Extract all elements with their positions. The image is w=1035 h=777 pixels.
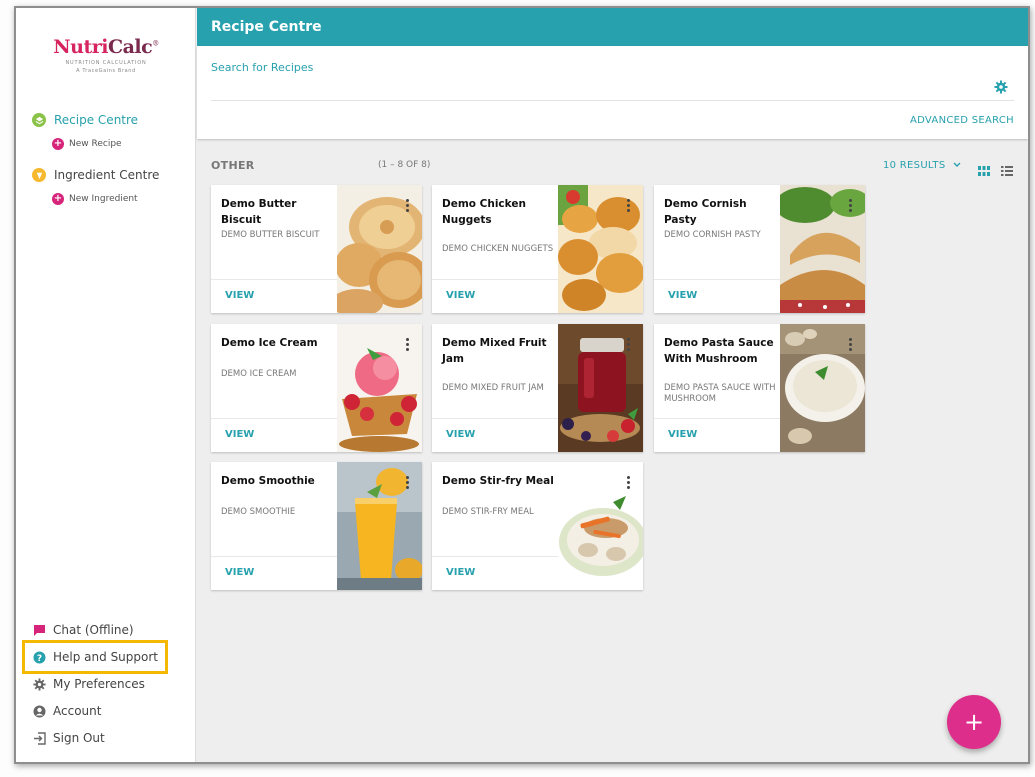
recipe-subtitle: DEMO PASTA SAUCE WITH MUSHROOM — [664, 383, 776, 404]
help-highlight-box — [22, 640, 168, 674]
sign-out-icon — [32, 731, 46, 745]
sidebar-item-ingredient-centre[interactable]: Ingredient Centre — [32, 168, 159, 182]
more-options-icon[interactable] — [623, 199, 633, 215]
recipe-subtitle: DEMO ICE CREAM — [221, 369, 297, 379]
more-options-icon[interactable] — [402, 476, 412, 492]
account-icon — [32, 704, 46, 718]
sidebar-item-label: Ingredient Centre — [54, 168, 160, 182]
advanced-search-button[interactable]: ADVANCED SEARCH — [910, 115, 1014, 126]
more-options-icon[interactable] — [402, 338, 412, 354]
recipe-subtitle: DEMO CHICKEN NUGGETS — [442, 244, 554, 254]
recipe-card[interactable]: Demo Mixed Fruit Jam DEMO MIXED FRUIT JA… — [432, 324, 643, 452]
more-options-icon[interactable] — [845, 199, 855, 215]
new-recipe-link[interactable]: + New Recipe — [52, 138, 122, 150]
recipe-title: Demo Smoothie — [221, 475, 315, 487]
app-window: NutriCalc® NUTRITION CALCULATION A Trace… — [14, 6, 1030, 764]
sidebar-item-preferences[interactable]: My Preferences — [32, 677, 145, 691]
view-button[interactable]: VIEW — [225, 567, 254, 578]
ingredient-icon — [32, 168, 46, 182]
new-ingredient-link[interactable]: + New Ingredient — [52, 193, 138, 205]
results-range: (1 – 8 OF 8) — [378, 160, 431, 170]
logo-wordmark: NutriCalc® — [53, 36, 159, 58]
recipe-title: Demo Butter Biscuit — [221, 198, 297, 226]
card-divider — [432, 556, 558, 557]
card-divider — [211, 279, 337, 280]
sidebar-item-sign-out[interactable]: Sign Out — [32, 731, 105, 745]
recipe-title: Demo Cornish Pasty — [664, 198, 747, 226]
card-divider — [432, 279, 558, 280]
results-per-page-dropdown[interactable]: 10 RESULTS — [883, 160, 961, 171]
recipe-subtitle: DEMO STIR-FRY MEAL — [442, 507, 534, 517]
page-title: Recipe Centre — [211, 19, 322, 35]
recipe-card[interactable]: Demo Chicken Nuggets DEMO CHICKEN NUGGET… — [432, 185, 643, 313]
chat-icon — [32, 623, 46, 637]
new-ingredient-label: New Ingredient — [69, 194, 138, 204]
page-title-bar: Recipe Centre — [197, 8, 1028, 46]
view-button[interactable]: VIEW — [225, 429, 254, 440]
results-count-label: 10 RESULTS — [883, 160, 946, 171]
new-recipe-label: New Recipe — [69, 139, 122, 149]
recipe-card[interactable]: Demo Cornish Pasty DEMO CORNISH PASTY VI… — [654, 185, 865, 313]
search-panel: Search for Recipes ADVANCED SEARCH — [197, 46, 1028, 139]
view-button[interactable]: VIEW — [668, 290, 697, 301]
recipe-card[interactable]: Demo Pasta Sauce With Mushroom DEMO PAST… — [654, 324, 865, 452]
gear-icon — [32, 677, 46, 691]
logo-brand-line: A TraceGains Brand — [76, 68, 136, 74]
card-divider — [211, 556, 337, 557]
logo-tagline: NUTRITION CALCULATION — [65, 60, 147, 66]
sidebar-item-recipe-centre[interactable]: Recipe Centre — [32, 113, 138, 127]
list-view-icon[interactable] — [1001, 161, 1013, 176]
chat-label: Chat (Offline) — [53, 623, 134, 637]
plus-circle-icon: + — [52, 193, 64, 205]
grid-view-icon[interactable] — [978, 161, 990, 176]
sidebar: NutriCalc® NUTRITION CALCULATION A Trace… — [16, 8, 196, 762]
sidebar-item-label: Recipe Centre — [54, 113, 139, 127]
recipe-card[interactable]: Demo Stir-fry Meal DEMO STIR-FRY MEAL VI… — [432, 462, 643, 590]
sidebar-item-chat[interactable]: Chat (Offline) — [32, 623, 134, 637]
card-divider — [654, 279, 780, 280]
recipe-card[interactable]: Demo Butter Biscuit DEMO BUTTER BISCUIT … — [211, 185, 422, 313]
view-button[interactable]: VIEW — [446, 290, 475, 301]
view-button[interactable]: VIEW — [225, 290, 254, 301]
card-divider — [432, 418, 558, 419]
screenshot-frame: NutriCalc® NUTRITION CALCULATION A Trace… — [0, 0, 1035, 777]
recipe-subtitle: DEMO MIXED FRUIT JAM — [442, 383, 544, 393]
view-button[interactable]: VIEW — [668, 429, 697, 440]
search-settings-gear-icon[interactable] — [994, 79, 1008, 94]
chevron-down-icon — [953, 160, 961, 171]
sign-out-label: Sign Out — [53, 731, 105, 745]
recipe-title: Demo Pasta Sauce With Mushroom — [664, 337, 774, 365]
recipe-title: Demo Chicken Nuggets — [442, 198, 526, 226]
sidebar-item-account[interactable]: Account — [32, 704, 101, 718]
view-button[interactable]: VIEW — [446, 567, 475, 578]
card-divider — [211, 418, 337, 419]
recipe-card[interactable]: Demo Ice Cream DEMO ICE CREAM VIEW — [211, 324, 422, 452]
recipe-subtitle: DEMO CORNISH PASTY — [664, 230, 761, 240]
search-underline — [211, 100, 1014, 101]
recipe-subtitle: DEMO BUTTER BISCUIT — [221, 230, 320, 240]
add-recipe-fab-button[interactable]: + — [947, 695, 1001, 749]
search-input[interactable]: Search for Recipes — [211, 61, 313, 74]
more-options-icon[interactable] — [623, 476, 633, 492]
card-divider — [654, 418, 780, 419]
account-label: Account — [53, 704, 102, 718]
recipe-card[interactable]: Demo Smoothie DEMO SMOOTHIE VIEW — [211, 462, 422, 590]
nutricalc-logo[interactable]: NutriCalc® NUTRITION CALCULATION A Trace… — [16, 36, 196, 74]
more-options-icon[interactable] — [845, 338, 855, 354]
view-button[interactable]: VIEW — [446, 429, 475, 440]
section-title: OTHER — [211, 159, 255, 172]
preferences-label: My Preferences — [53, 677, 145, 691]
layers-icon — [32, 113, 46, 127]
plus-circle-icon: + — [52, 138, 64, 150]
recipe-subtitle: DEMO SMOOTHIE — [221, 507, 296, 517]
recipe-title: Demo Mixed Fruit Jam — [442, 337, 547, 365]
recipe-title: Demo Stir-fry Meal — [442, 475, 554, 487]
more-options-icon[interactable] — [402, 199, 412, 215]
recipe-title: Demo Ice Cream — [221, 337, 318, 349]
more-options-icon[interactable] — [623, 338, 633, 354]
